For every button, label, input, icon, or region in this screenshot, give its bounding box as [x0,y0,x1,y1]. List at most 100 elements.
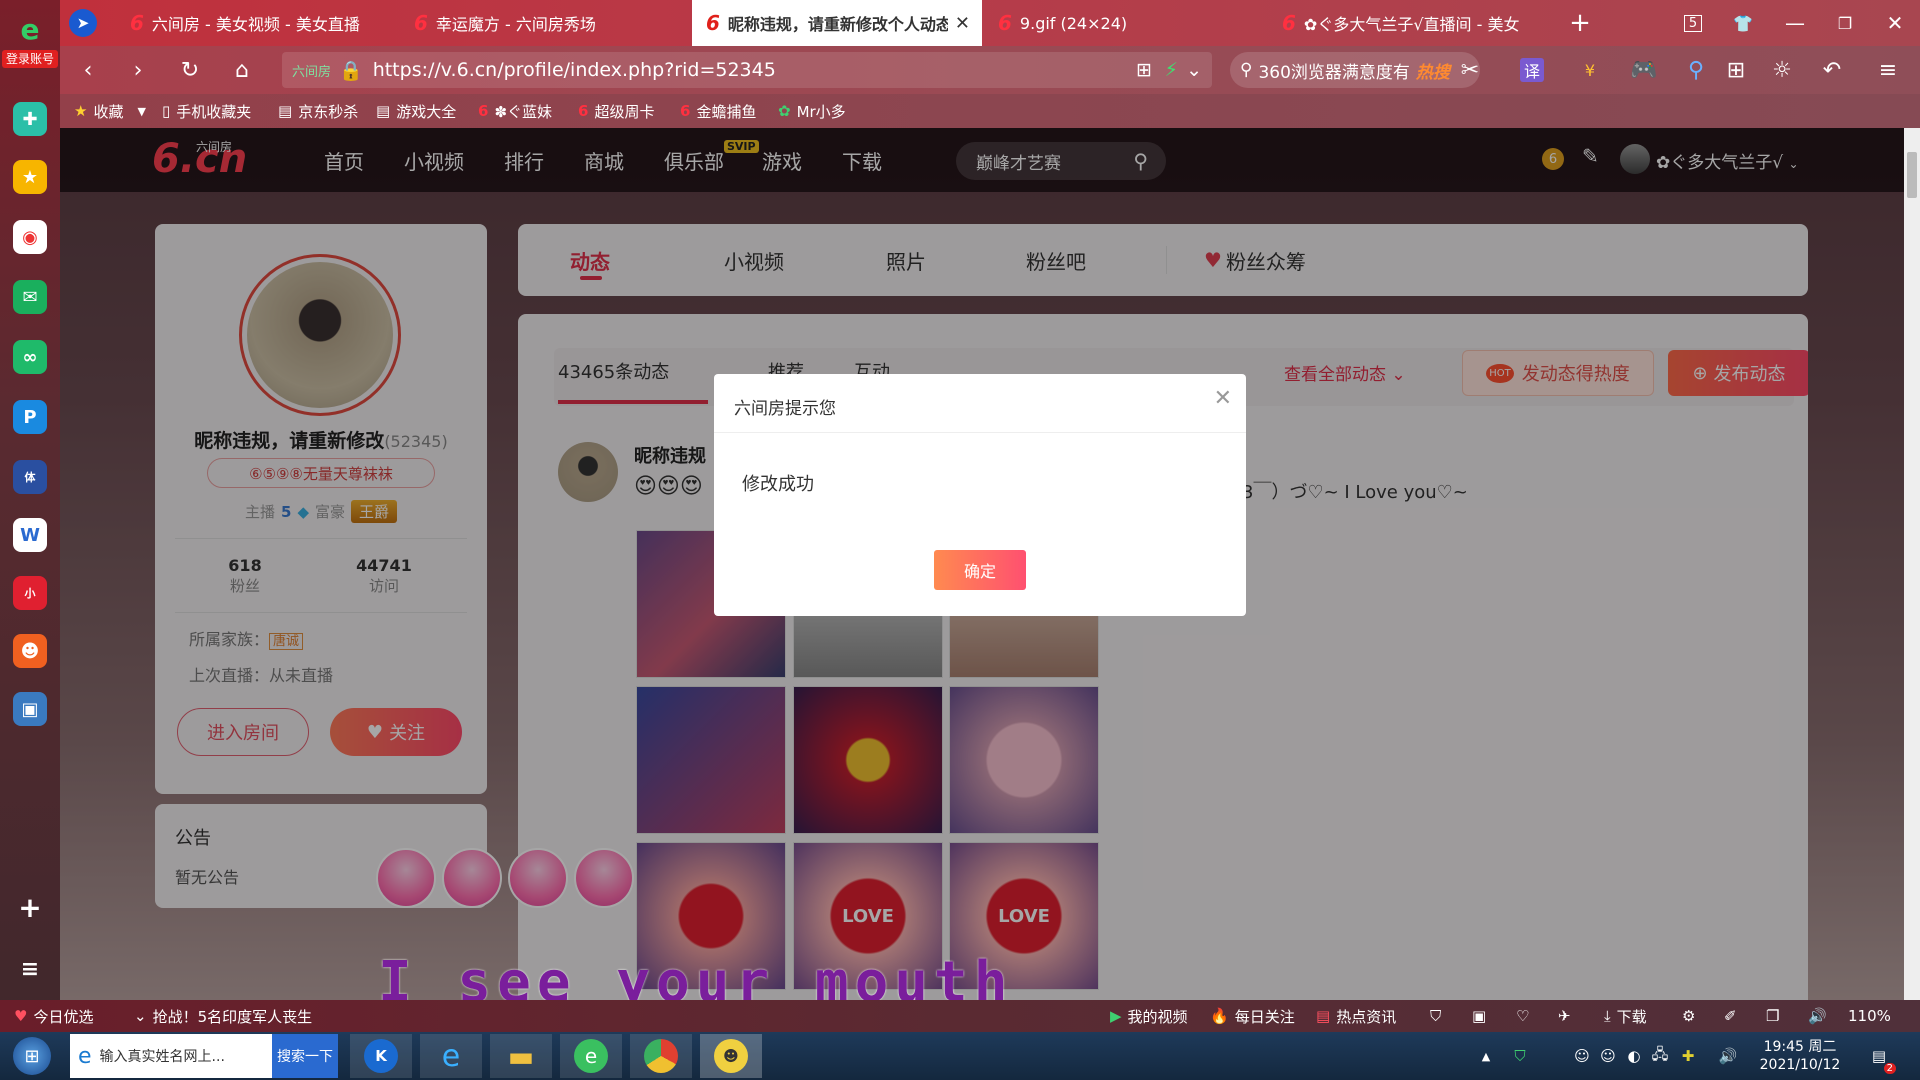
tab-count-badge[interactable]: 5 [1678,0,1708,46]
menu-icon[interactable]: ≡ [1872,54,1904,86]
p-app-icon[interactable]: P [13,400,47,434]
tab-3-active[interactable]: 6 昵称违规，请重新修改个人动态 ✕ [692,0,982,46]
clock[interactable]: 19:45 周二 2021/10/12 [1752,1034,1848,1078]
360-browser-icon: e [574,1039,608,1073]
zoom-level[interactable]: 110% [1848,1000,1891,1032]
lightning-icon[interactable]: ⚡ [1165,59,1178,81]
close-tab-icon[interactable]: ✕ [955,13,970,34]
sun-icon[interactable]: ☼ [1766,54,1798,86]
page-scrollbar[interactable] [1904,128,1920,1000]
gamepad-icon[interactable]: 🎮 [1628,54,1660,86]
chat-icon[interactable]: ∞ [13,340,47,374]
bookmark-games[interactable]: ▤ 游戏大全 [376,94,456,128]
qr-icon[interactable]: ⊞ [1136,59,1152,81]
taskbar-app-active[interactable]: ☻ [700,1034,762,1078]
close-icon[interactable]: ✕ [1214,386,1232,411]
undo-icon[interactable]: ↶ [1816,54,1848,86]
taskbar-ie[interactable]: e [420,1034,482,1078]
daily-follow[interactable]: 🔥 每日关注 [1210,1000,1295,1032]
refresh-button[interactable]: ↻ [174,54,206,86]
game-icon[interactable]: ☻ [13,634,47,668]
lock-icon: 🔒 [339,59,363,82]
ie-search-item[interactable]: e 输入真实姓名网上... [70,1034,272,1078]
hot-news[interactable]: ▤ 热点资讯 [1316,1000,1396,1032]
close-window-button[interactable]: ✕ [1880,0,1910,46]
star-icon[interactable]: ★ [13,160,47,194]
tab-2[interactable]: 6 幸运魔方 - 六间房秀场 [400,0,682,46]
speaker-icon[interactable]: 🔊 [1808,1000,1827,1032]
qq-tray-icon-1[interactable]: ☺ [1570,1034,1594,1078]
tray-icon-plus[interactable]: ✚ [1676,1034,1700,1078]
window-icon[interactable]: ❐ [1766,1000,1779,1032]
start-button[interactable]: ⊞ [8,1034,56,1078]
navigate-icon[interactable]: ➤ [60,0,106,46]
new-tab-button[interactable]: + [1560,0,1600,46]
bookmark-favorites[interactable]: ★ 收藏 ▼ [74,94,146,128]
app-icon-last[interactable]: ▣ [13,692,47,726]
sidebar-app-icon-1[interactable]: ✚ [13,102,47,136]
six-logo-icon: 6 [998,11,1012,35]
zoom-icon[interactable]: ⚲ [1680,54,1712,86]
add-icon[interactable]: + [13,890,47,924]
taskbar-explorer[interactable]: ▬ [490,1034,552,1078]
menu-list-icon[interactable]: ≡ [13,952,47,986]
bookmark-fishing[interactable]: 6 金蟾捕鱼 [680,94,756,128]
login-badge[interactable]: 登录账号 [2,50,58,68]
ie-icon: e [78,1043,92,1069]
download-status[interactable]: ⤓ 下载 [1604,1000,1647,1032]
security-tray-icon[interactable]: ⛉ [1508,1034,1532,1078]
coin-icon[interactable]: ¥ [1574,54,1606,86]
taskbar-360[interactable]: e [560,1034,622,1078]
qq-tray-icon-2[interactable]: ☺ [1596,1034,1620,1078]
weibo-icon[interactable]: ◉ [13,220,47,254]
image-icon[interactable]: ▣ [1472,1000,1486,1032]
bookmark-mrxiaoduo[interactable]: ✿ Mr小多 [778,94,846,128]
tools-icon[interactable]: ⚙ [1682,1000,1695,1032]
my-videos[interactable]: ▶ 我的视频 [1110,1000,1188,1032]
translate-icon[interactable]: 译 [1516,54,1548,86]
network-tray-icon[interactable]: 🖧 [1648,1034,1672,1078]
scrollbar-thumb[interactable] [1907,152,1917,198]
bookmark-jd[interactable]: ▤ 京东秒杀 [278,94,358,128]
tray-expand-icon[interactable]: ▲ [1478,1034,1494,1078]
tab-5[interactable]: 6 ✿ぐ多大气兰子√直播间 - 美女 [1268,0,1550,46]
sports-icon[interactable]: 体 [13,460,47,494]
bookmark-mobile[interactable]: ▯ 手机收藏夹 [162,94,251,128]
search-button[interactable]: 搜索一下 [272,1034,338,1078]
back-button[interactable]: ‹ [72,54,104,86]
chevron-down-icon[interactable]: ⌄ [1186,59,1202,81]
word-icon[interactable]: W [13,518,47,552]
tray-icon-3[interactable]: ◐ [1622,1034,1646,1078]
download-icon: ⤓ [1604,1007,1611,1025]
address-bar[interactable]: 六间房 🔒 https://v.6.cn/profile/index.php?r… [282,52,1212,88]
bookmark-lanmei[interactable]: 6 ✽ぐ蓝妹 [478,94,552,128]
home-button[interactable]: ⌂ [226,54,258,86]
mail-icon[interactable]: ✉ [13,280,47,314]
scissors-icon[interactable]: ✂ [1454,54,1486,86]
today-picks[interactable]: ♥ 今日优选 [14,1000,93,1032]
browser-logo-icon[interactable]: e [13,12,47,46]
notification-icon[interactable]: ▤ 2 [1862,1034,1896,1078]
taskbar-app-k[interactable]: K [350,1034,412,1078]
bookmark-weekcard[interactable]: 6 超级周卡 [578,94,654,128]
play-icon: ▶ [1110,1007,1122,1025]
tab-4[interactable]: 6 9.gif (24×24) [984,0,1266,46]
search-box[interactable]: ⚲ 360浏览器满意度有 热搜 [1230,52,1480,88]
taskbar-chrome[interactable] [630,1034,692,1078]
minimize-button[interactable]: — [1780,0,1810,46]
heart-outline-icon[interactable]: ♡ [1516,1000,1529,1032]
forward-button[interactable]: › [122,54,154,86]
dialog-message: 修改成功 [742,474,814,495]
volume-tray-icon[interactable]: 🔊 [1716,1034,1740,1078]
windows-logo-icon: ⊞ [13,1037,51,1075]
confirm-button[interactable]: 确定 [934,550,1026,590]
video-app-icon[interactable]: 小 [13,576,47,610]
restore-button[interactable]: ❐ [1830,0,1860,46]
speed-icon[interactable]: ✈ [1558,1000,1571,1032]
cleanup-icon[interactable]: ✐ [1724,1000,1737,1032]
grid-icon[interactable]: ⊞ [1720,54,1752,86]
skin-icon[interactable]: 👕 [1728,0,1758,46]
news-ticker[interactable]: ⌄ 抢战！5名印度军人丧生 [134,1000,312,1032]
tab-1[interactable]: 6 六间房 - 美女视频 - 美女直播 [116,0,398,46]
shield-icon[interactable]: ⛉ [1430,1000,1441,1032]
